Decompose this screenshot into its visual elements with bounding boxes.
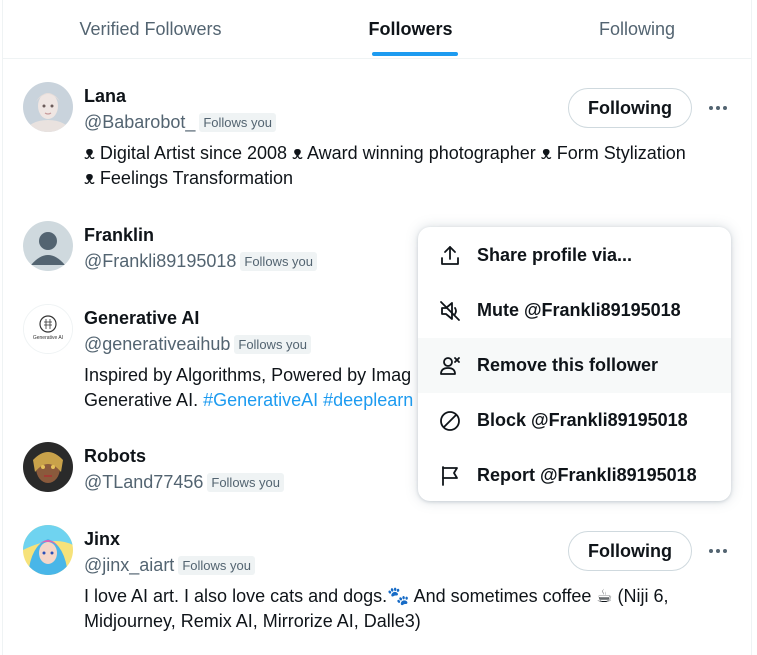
follows-you-badge: Follows you: [234, 335, 312, 354]
user-actions-menu: Share profile via... Mute @Frankli891950…: [418, 227, 731, 501]
follows-you-badge: Follows you: [178, 556, 255, 575]
menu-item-remove-follower[interactable]: Remove this follower: [418, 338, 731, 393]
menu-item-block[interactable]: Block @Frankli89195018: [418, 393, 731, 448]
user-handle[interactable]: @generativeaihub: [84, 334, 230, 355]
avatar[interactable]: [23, 525, 73, 575]
user-name[interactable]: Robots: [84, 446, 146, 467]
avatar-label: Generative AI: [32, 335, 64, 341]
follows-you-badge: Follows you: [207, 473, 285, 492]
menu-item-label: Share profile via...: [477, 245, 633, 265]
menu-item-report[interactable]: Report @Frankli89195018: [418, 448, 731, 501]
following-button[interactable]: Following: [568, 88, 692, 128]
user-cell-jinx[interactable]: Jinx @jinx_aiart Follows you Following I…: [3, 506, 751, 655]
user-bio: ᴥ Digital Artist since 2008 ᴥ Award winn…: [84, 141, 734, 191]
bio-line: ᴥ Digital Artist since 2008 ᴥ Award winn…: [84, 143, 686, 163]
user-handle[interactable]: @TLand77456: [84, 472, 203, 493]
following-button[interactable]: Following: [568, 531, 692, 571]
menu-item-label: Mute @Frankli89195018: [477, 300, 681, 320]
block-icon: [438, 409, 462, 433]
follows-you-badge: Follows you: [199, 113, 276, 132]
handle-line: @jinx_aiart Follows you: [84, 555, 255, 576]
active-tab-indicator: [372, 52, 458, 56]
menu-item-mute[interactable]: Mute @Frankli89195018: [418, 283, 731, 338]
user-handle[interactable]: @jinx_aiart: [84, 555, 174, 576]
menu-item-label: Report @Frankli89195018: [477, 465, 697, 485]
user-name[interactable]: Lana: [84, 86, 126, 107]
user-handle[interactable]: @Frankli89195018: [84, 251, 236, 272]
more-options-icon[interactable]: [706, 539, 730, 563]
share-icon: [438, 244, 462, 268]
avatar[interactable]: [23, 221, 73, 271]
tab-following[interactable]: Following: [523, 0, 751, 58]
user-name[interactable]: Jinx: [84, 529, 120, 550]
user-cell-lana[interactable]: Lana @Babarobot_ Follows you Following ᴥ…: [3, 60, 751, 200]
bio-line: Midjourney, Remix AI, Mirrorize AI, Dall…: [84, 611, 421, 631]
menu-item-share-profile[interactable]: Share profile via...: [418, 228, 731, 283]
tab-verified-followers[interactable]: Verified Followers: [3, 0, 298, 58]
user-name[interactable]: Franklin: [84, 225, 154, 246]
tab-bar: Verified Followers Followers Following: [3, 0, 751, 59]
user-handle[interactable]: @Babarobot_: [84, 112, 195, 133]
more-options-icon[interactable]: [706, 96, 730, 120]
handle-line: @TLand77456 Follows you: [84, 472, 285, 493]
user-name[interactable]: Generative AI: [84, 308, 199, 329]
menu-item-label: Block @Frankli89195018: [477, 410, 688, 430]
avatar[interactable]: Generative AI: [23, 304, 73, 354]
bio-line: ᴥ Feelings Transformation: [84, 168, 294, 188]
flag-icon: [438, 464, 462, 488]
remove-follower-icon: [438, 354, 462, 378]
mute-icon: [438, 299, 462, 323]
avatar[interactable]: [23, 82, 73, 132]
follows-you-badge: Follows you: [240, 252, 318, 271]
menu-item-label: Remove this follower: [477, 355, 659, 375]
bio-text: Generative AI.: [84, 390, 204, 410]
avatar[interactable]: [23, 442, 73, 492]
handle-line: @generativeaihub Follows you: [84, 334, 312, 355]
user-bio: I love AI art. I also love cats and dogs…: [84, 584, 734, 634]
tab-followers[interactable]: Followers: [298, 0, 523, 58]
bio-line: I love AI art. I also love cats and dogs…: [84, 586, 669, 606]
handle-line: @Frankli89195018 Follows you: [84, 251, 318, 272]
hashtag-link[interactable]: #GenerativeAI #deeplearn: [203, 390, 413, 410]
handle-line: @Babarobot_ Follows you: [84, 112, 276, 133]
